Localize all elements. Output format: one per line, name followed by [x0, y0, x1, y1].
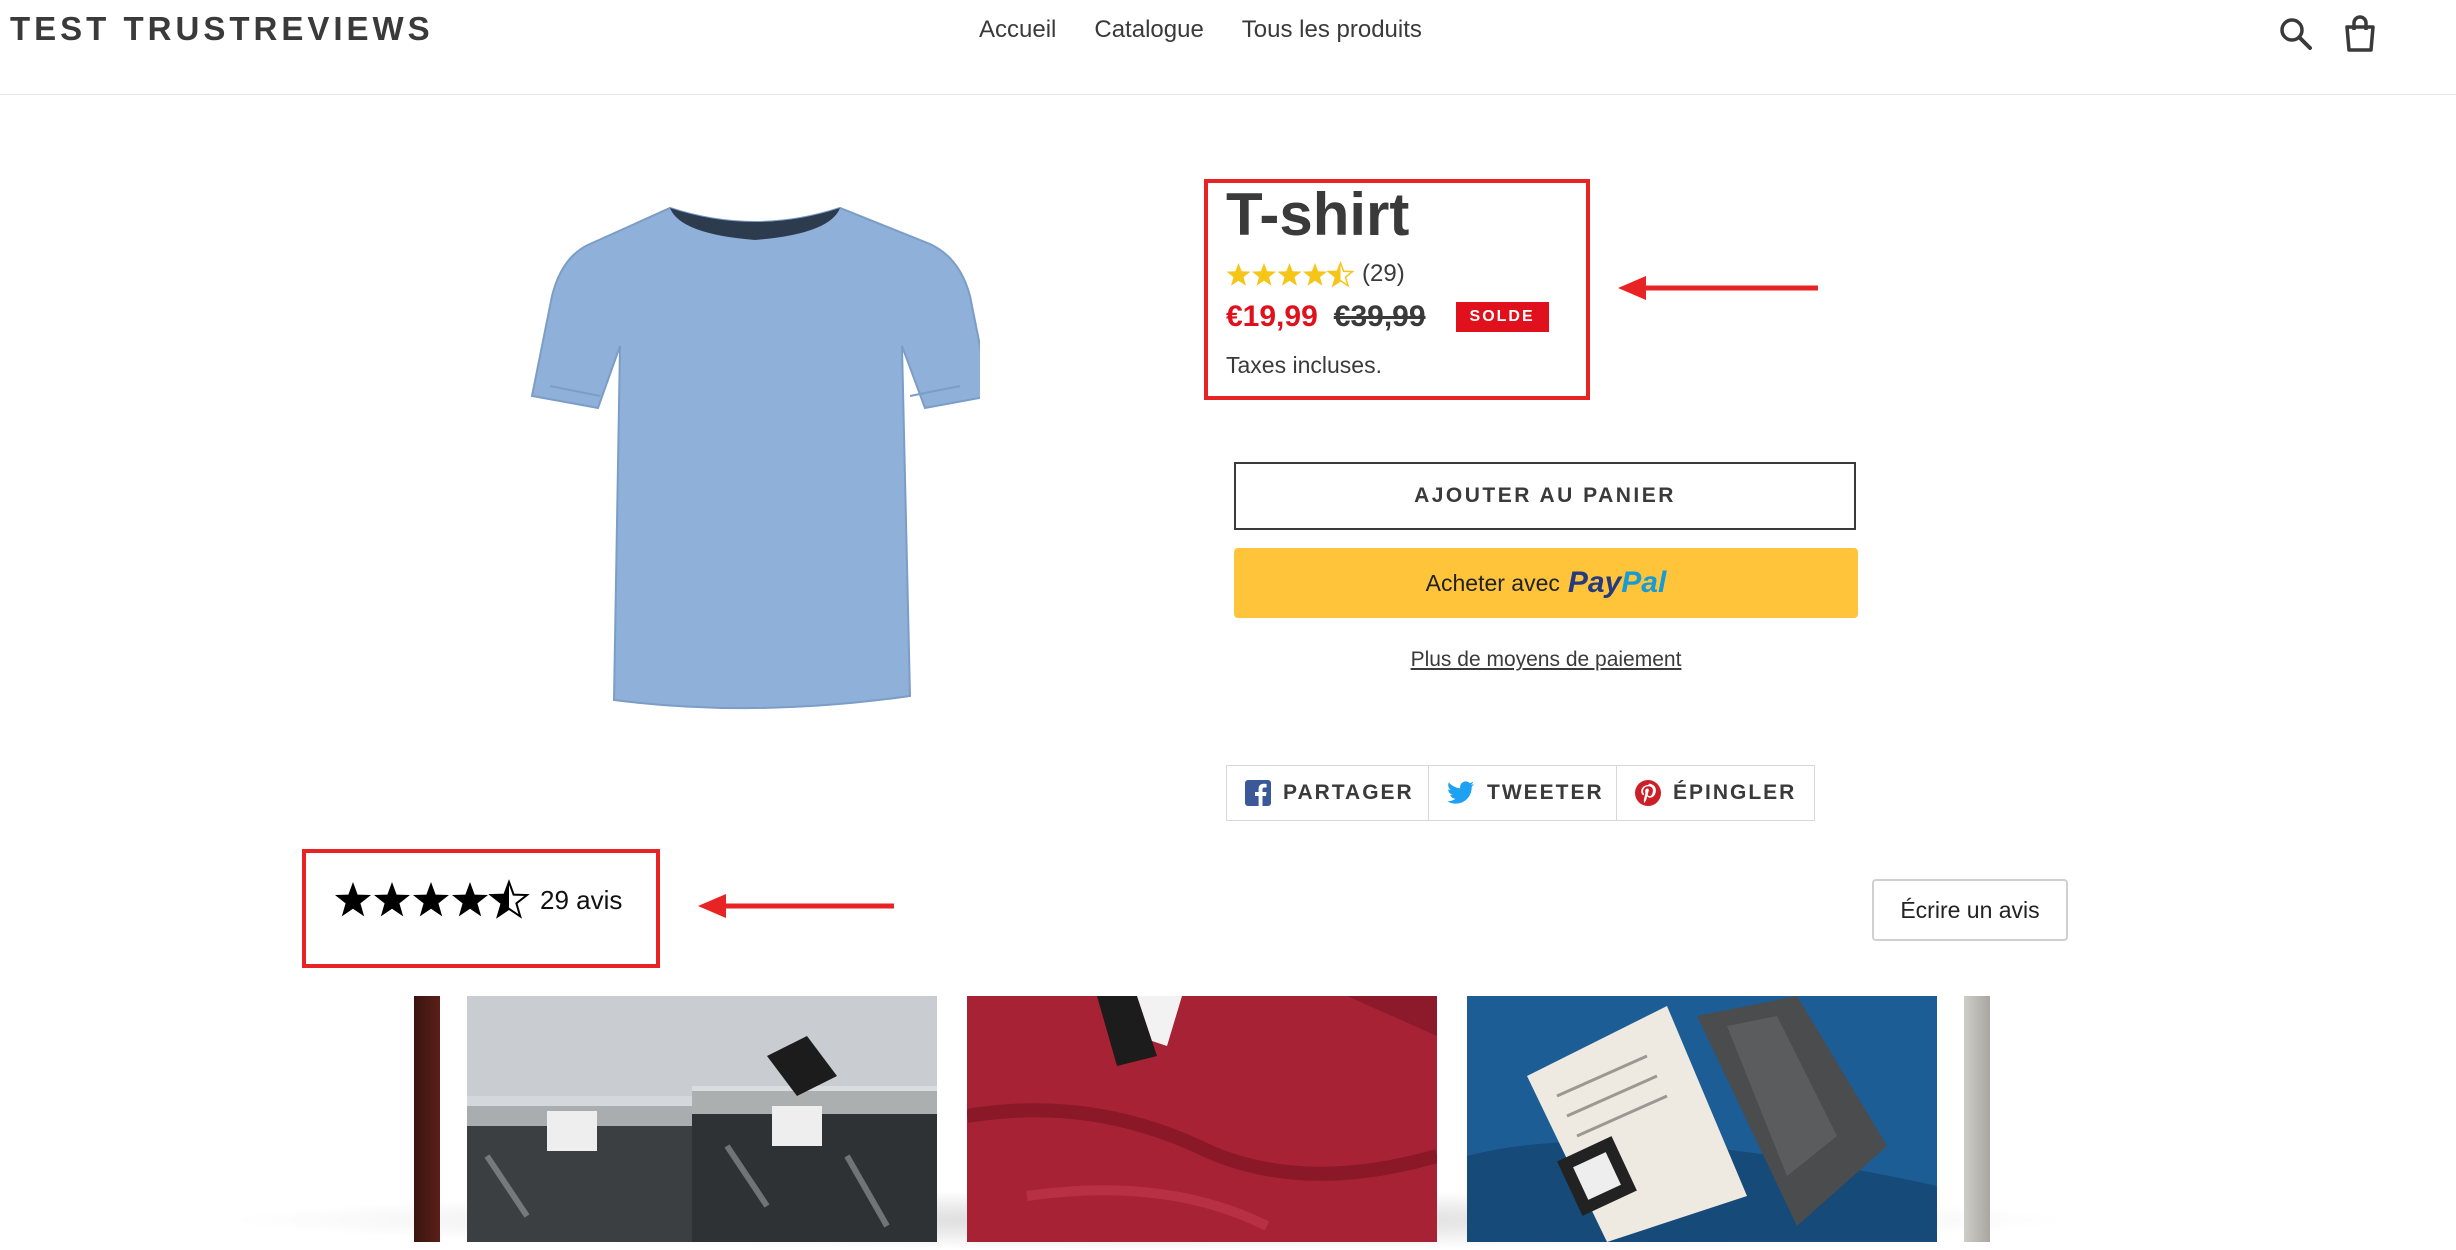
pinterest-icon: [1635, 780, 1661, 806]
search-icon[interactable]: [2276, 14, 2316, 54]
share-twitter-label: TWEETER: [1487, 781, 1604, 804]
highlight-box-product-info: [1204, 179, 1590, 400]
share-facebook-button[interactable]: PARTAGER: [1226, 765, 1433, 821]
paypal-logo: PayPal: [1568, 566, 1666, 600]
reviews-star-rating[interactable]: [334, 878, 530, 922]
more-payment-options-link[interactable]: Plus de moyens de paiement: [1234, 648, 1858, 672]
paypal-prefix: Acheter avec: [1425, 569, 1560, 596]
review-photo-partial-right[interactable]: [1964, 996, 1990, 1242]
review-photo-partial-left[interactable]: [414, 996, 440, 1242]
reviews-count[interactable]: 29 avis: [540, 885, 622, 916]
write-review-button[interactable]: Écrire un avis: [1872, 879, 2068, 941]
site-logo[interactable]: TEST TRUSTREVIEWS: [10, 10, 434, 48]
nav-link-tous-les-produits[interactable]: Tous les produits: [1242, 16, 1422, 44]
nav-link-accueil[interactable]: Accueil: [979, 16, 1056, 44]
paypal-button[interactable]: Acheter avec PayPal: [1234, 548, 1858, 618]
twitter-icon: [1447, 781, 1474, 804]
review-photo-3-image: [1467, 996, 1937, 1242]
share-facebook-label: PARTAGER: [1283, 781, 1414, 804]
product-image: [530, 206, 980, 710]
share-pinterest-button[interactable]: ÉPINGLER: [1616, 765, 1816, 821]
facebook-icon: [1245, 780, 1271, 806]
review-photo-1-image: [467, 996, 937, 1242]
annotation-arrow-icon: [698, 894, 894, 918]
main-nav: Accueil Catalogue Tous les produits: [979, 16, 1422, 44]
nav-link-catalogue[interactable]: Catalogue: [1094, 16, 1203, 44]
annotation-arrow-icon: [1618, 276, 1818, 300]
site-header: TEST TRUSTREVIEWS Accueil Catalogue Tous…: [0, 0, 2456, 95]
add-to-cart-button[interactable]: AJOUTER AU PANIER: [1234, 462, 1856, 530]
cart-icon[interactable]: [2340, 14, 2380, 54]
share-pinterest-label: ÉPINGLER: [1673, 781, 1797, 804]
review-photo-1[interactable]: [467, 996, 937, 1242]
review-photo-2[interactable]: [967, 996, 1437, 1242]
review-photo-3[interactable]: [1467, 996, 1937, 1242]
paypal-logo-pay: Pay: [1567, 566, 1622, 599]
paypal-logo-pal: Pal: [1621, 566, 1667, 599]
share-twitter-button[interactable]: TWEETER: [1428, 765, 1623, 821]
star-rating-large-icon: [335, 881, 528, 918]
review-photo-2-image: [967, 996, 1437, 1242]
